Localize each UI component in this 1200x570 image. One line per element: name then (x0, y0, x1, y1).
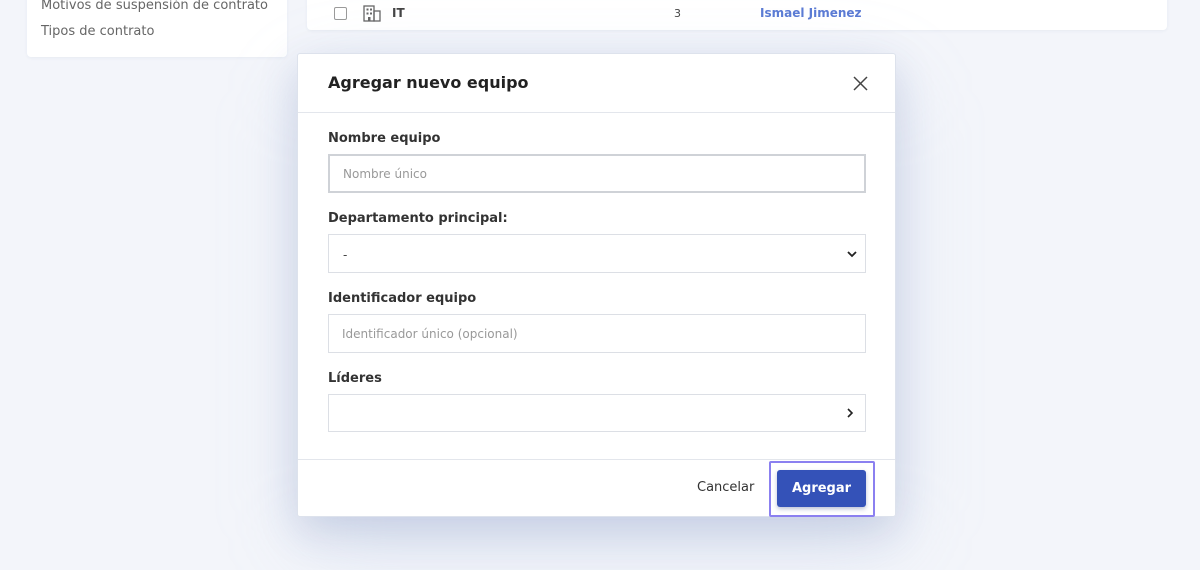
sidebar-item-suspension-reasons[interactable]: Motivos de suspensión de contrato (41, 0, 268, 13)
modal-header: Agregar nuevo equipo (298, 54, 895, 113)
team-name-input[interactable] (328, 154, 866, 193)
cancel-button[interactable]: Cancelar (697, 480, 754, 495)
leaders-picker[interactable] (328, 394, 866, 432)
add-team-modal: Agregar nuevo equipo Nombre equipo Depar… (297, 53, 896, 517)
team-leader-link[interactable]: Ismael Jimenez (760, 6, 862, 20)
modal-footer-divider (298, 459, 895, 460)
modal-title: Agregar nuevo equipo (328, 73, 529, 92)
leaders-label: Líderes (328, 371, 382, 386)
row-checkbox[interactable] (334, 7, 347, 20)
team-identifier-label: Identificador equipo (328, 291, 477, 306)
department-selected-value: - (343, 248, 348, 262)
sidebar-item-contract-types[interactable]: Tipos de contrato (41, 24, 154, 39)
department-select[interactable]: - (328, 234, 866, 273)
settings-sidebar: Motivos de suspensión de contrato Tipos … (27, 0, 287, 57)
close-icon[interactable] (849, 73, 871, 95)
building-icon (363, 5, 381, 22)
team-member-count: 3 (674, 7, 681, 20)
team-name-cell: IT (392, 6, 405, 20)
department-label: Departamento principal: (328, 211, 508, 226)
team-identifier-input[interactable] (328, 314, 866, 353)
teams-table: IT 3 Ismael Jimenez (307, 0, 1167, 30)
chevron-down-icon (845, 247, 859, 261)
chevron-right-icon (843, 406, 857, 420)
add-team-button[interactable]: Agregar (777, 470, 866, 507)
team-name-label: Nombre equipo (328, 131, 441, 146)
